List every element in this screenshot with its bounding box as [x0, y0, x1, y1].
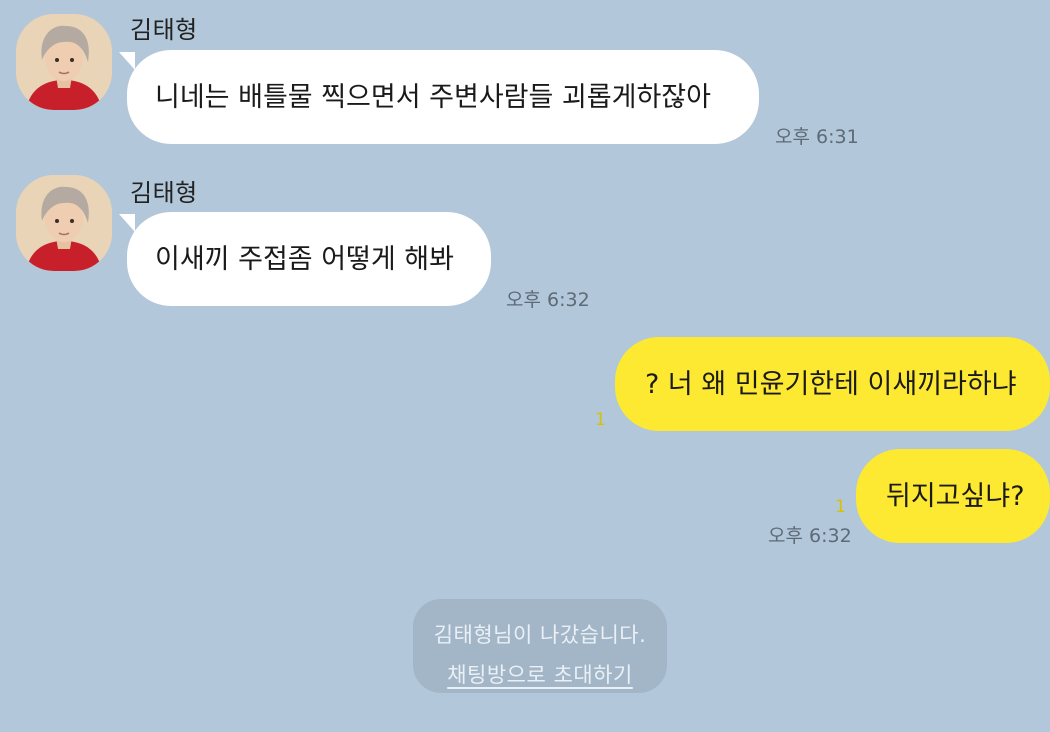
message-timestamp: 오후 6:32: [768, 525, 852, 547]
unread-count: 1: [595, 410, 606, 430]
bubble-tail: [119, 214, 135, 232]
sender-name: 김태형: [130, 179, 198, 207]
message-text: 이새끼 주접좀 어떻게 해봐: [155, 243, 454, 275]
chat-room: 김태형 니네는 배틀물 찍으면서 주변사람들 괴롭게하잖아 오후 6:31 김태…: [0, 0, 1050, 732]
incoming-message-bubble[interactable]: 니네는 배틀물 찍으면서 주변사람들 괴롭게하잖아: [127, 50, 759, 144]
profile-avatar[interactable]: [16, 175, 112, 271]
incoming-message-bubble[interactable]: 이새끼 주접좀 어떻게 해봐: [127, 212, 491, 306]
notice-text: 김태형님이 나갔습니다.: [433, 623, 647, 647]
message-timestamp: 오후 6:31: [775, 126, 859, 148]
message-text: 뒤지고싶냐?: [886, 480, 1025, 512]
unread-count: 1: [835, 497, 846, 517]
message-text: 니네는 배틀물 찍으면서 주변사람들 괴롭게하잖아: [155, 81, 711, 113]
message-text: ? 너 왜 민윤기한테 이새끼라하냐: [645, 368, 1017, 400]
profile-avatar[interactable]: [16, 14, 112, 110]
bubble-tail: [119, 52, 135, 70]
avatar-icon: [16, 175, 112, 271]
outgoing-message-bubble[interactable]: 뒤지고싶냐?: [856, 449, 1050, 543]
left-chat-notice: 김태형님이 나갔습니다. 채팅방으로 초대하기: [413, 599, 667, 693]
avatar-icon: [16, 14, 112, 110]
invite-to-chat-link[interactable]: 채팅방으로 초대하기: [447, 659, 633, 689]
outgoing-message-bubble[interactable]: ? 너 왜 민윤기한테 이새끼라하냐: [615, 337, 1050, 431]
message-timestamp: 오후 6:32: [506, 289, 590, 311]
sender-name: 김태형: [130, 16, 198, 44]
